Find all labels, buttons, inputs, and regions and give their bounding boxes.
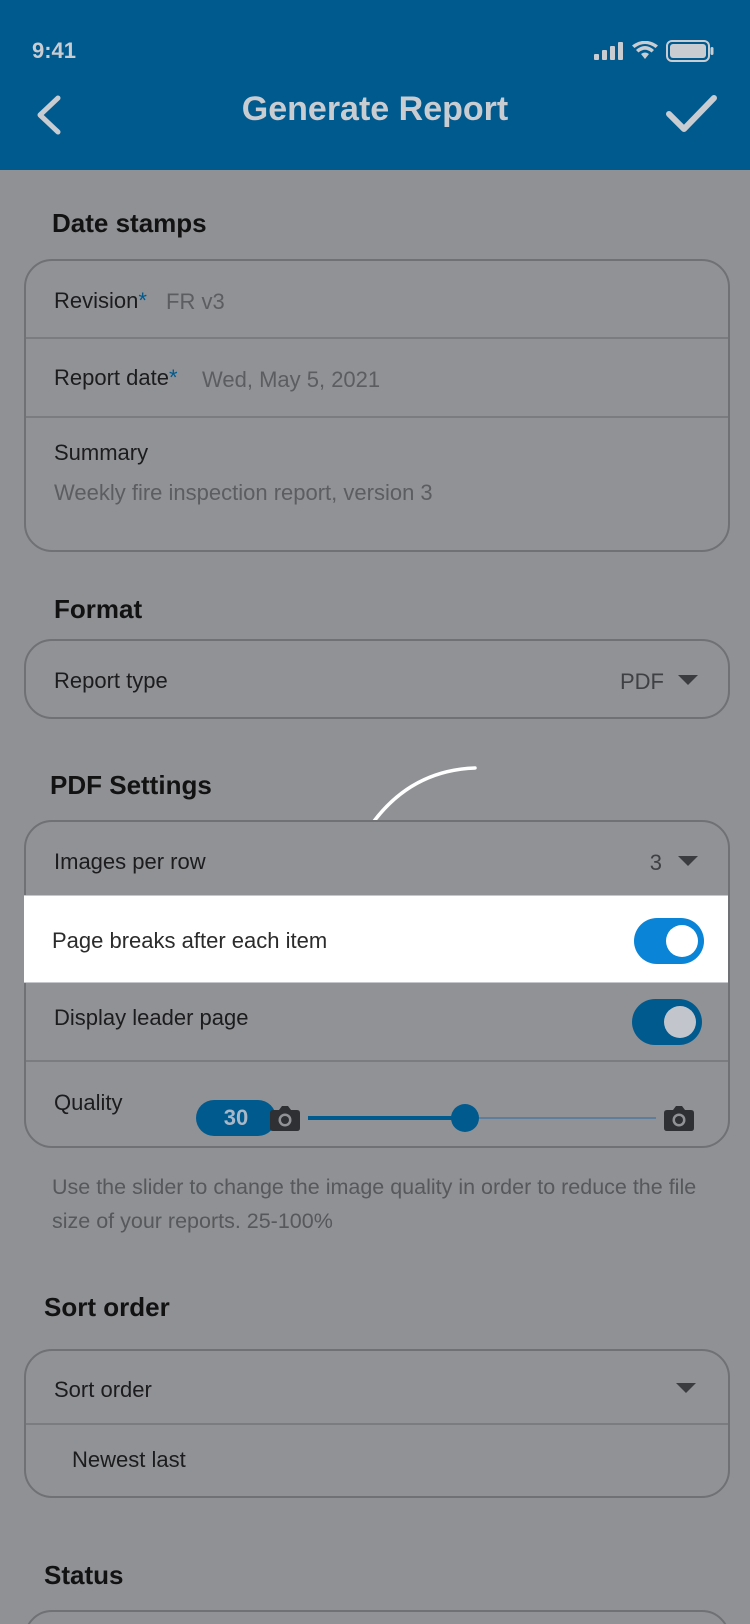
- leader-page-toggle[interactable]: [632, 999, 702, 1045]
- leader-page-row: Display leader page: [26, 985, 728, 1062]
- sort-order-card: Sort order Newest last: [24, 1349, 730, 1498]
- format-heading: Format: [54, 594, 143, 624]
- status-time: 9:41: [32, 38, 77, 63]
- chevron-down-icon: [676, 1383, 696, 1393]
- leader-page-label: Display leader page: [54, 1005, 249, 1030]
- date-stamps-heading: Date stamps: [52, 208, 207, 238]
- report-type-select[interactable]: Report type PDF: [26, 641, 728, 717]
- sort-order-label: Sort order: [54, 1377, 152, 1402]
- report-date-label: Report date*: [54, 365, 178, 390]
- images-per-row-select[interactable]: Images per row 3: [26, 822, 728, 897]
- pdf-settings-heading: PDF Settings: [50, 770, 212, 800]
- revision-value: FR v3: [166, 289, 225, 314]
- slider-thumb[interactable]: [450, 1104, 479, 1132]
- page-breaks-row: Page breaks after each item: [24, 895, 728, 983]
- quality-slider[interactable]: [308, 1102, 656, 1134]
- quality-row: Quality 30: [26, 1062, 728, 1148]
- required-mark: *: [138, 288, 147, 313]
- signal-icon: [594, 42, 623, 60]
- camera-large-icon: [664, 1106, 694, 1131]
- status-heading: Status: [44, 1560, 124, 1590]
- confirm-check-icon[interactable]: [664, 92, 718, 136]
- battery-icon: [666, 40, 714, 62]
- page-title: Generate Report: [241, 90, 509, 128]
- revision-label: Revision*: [54, 288, 147, 313]
- quality-label: Quality: [54, 1090, 123, 1115]
- report-type-value: PDF: [620, 669, 664, 694]
- summary-value: Weekly fire inspection report, version 3: [54, 480, 433, 505]
- date-stamps-card: Revision* FR v3 Report date* Wed, May 5,…: [24, 259, 730, 552]
- status-icons: [594, 40, 714, 62]
- chevron-down-icon: [678, 856, 698, 866]
- wifi-icon: [632, 41, 658, 59]
- status-card: [24, 1610, 730, 1624]
- report-date-value: Wed, May 5, 2021: [202, 367, 381, 392]
- sort-order-selected[interactable]: Newest last: [72, 1447, 186, 1473]
- revision-row[interactable]: Revision* FR v3: [26, 261, 728, 339]
- images-per-row-value: 3: [649, 850, 662, 875]
- summary-field[interactable]: Summary Weekly fire inspection report, v…: [26, 418, 728, 550]
- report-type-label: Report type: [54, 668, 168, 693]
- sort-order-heading: Sort order: [44, 1292, 170, 1322]
- toggle-knob: [664, 1006, 696, 1038]
- required-mark: *: [168, 365, 178, 390]
- slider-fill: [308, 1116, 465, 1120]
- page-breaks-label: Page breaks after each item: [52, 928, 328, 953]
- quality-value-badge: 30: [196, 1100, 276, 1136]
- toggle-knob: [666, 925, 698, 957]
- sort-order-select[interactable]: Sort order: [26, 1351, 728, 1425]
- quality-helper-text: Use the slider to change the image quali…: [52, 1175, 697, 1233]
- pdf-settings-card: Images per row 3 Display leader page Qua…: [24, 820, 730, 1148]
- camera-small-icon: [270, 1106, 300, 1131]
- app-header: 9:41 Generate Report: [0, 0, 750, 170]
- chevron-down-icon: [678, 675, 698, 685]
- format-card: Report type PDF: [24, 639, 730, 719]
- summary-label: Summary: [54, 440, 149, 465]
- page-breaks-toggle[interactable]: [634, 918, 704, 964]
- report-date-row[interactable]: Report date* Wed, May 5, 2021: [26, 339, 728, 418]
- images-per-row-label: Images per row: [54, 849, 206, 874]
